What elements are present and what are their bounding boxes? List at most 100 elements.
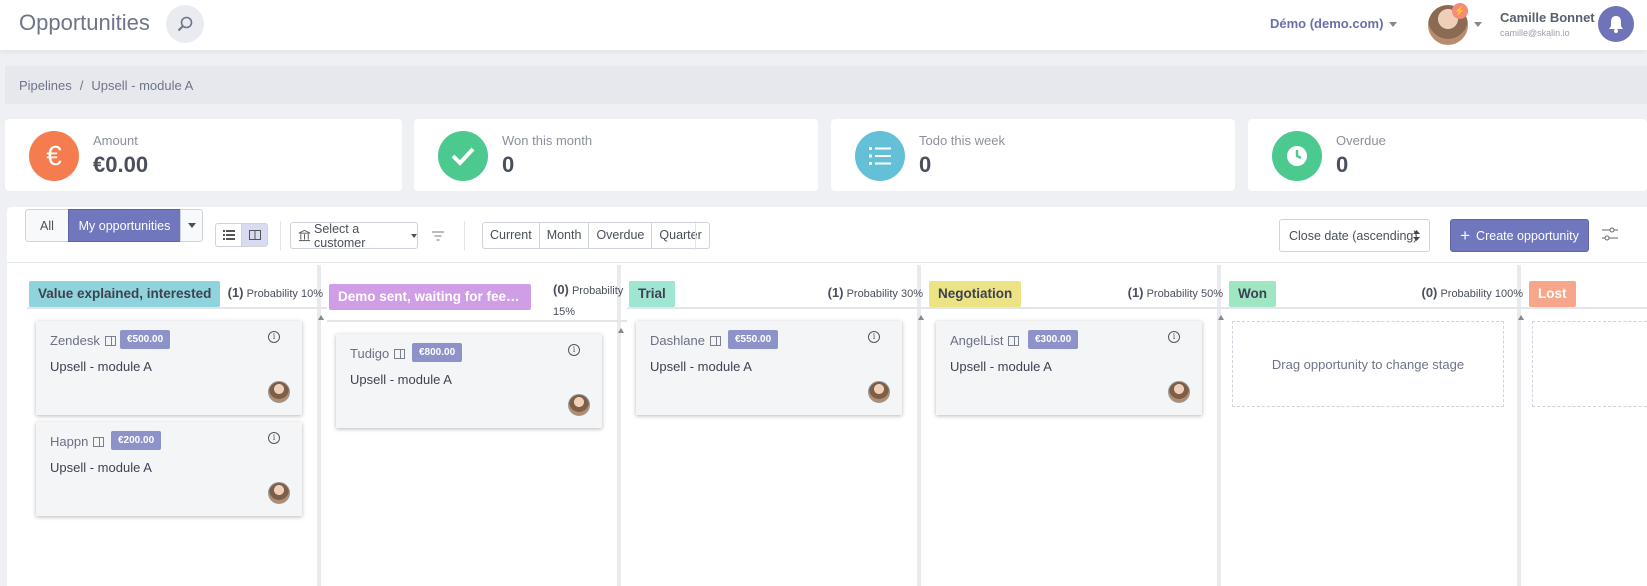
opportunity-card[interactable]: Tudigo €800.00 i Upsell - module A: [336, 334, 602, 428]
stage-count: (1): [827, 285, 844, 300]
scroll-up-icon[interactable]: [618, 328, 624, 333]
sort-select[interactable]: Close date (ascending): [1279, 219, 1430, 252]
period-quarter-button[interactable]: Quarter: [652, 223, 708, 248]
stage-count: (1): [1127, 285, 1144, 300]
stage-underline: [1227, 307, 1527, 309]
opportunity-title: Upsell - module A: [350, 372, 452, 387]
stage-info: (1) Probability 10%: [228, 285, 323, 300]
period-current-button[interactable]: Current: [483, 223, 540, 248]
sliders-icon: [1602, 227, 1618, 241]
filter-button[interactable]: [432, 228, 444, 246]
stage-name: Value explained, interested: [29, 281, 221, 307]
info-icon[interactable]: i: [268, 432, 280, 444]
opportunity-card[interactable]: Zendesk €500.00 i Upsell - module A: [36, 321, 302, 415]
stage-name: Won: [1229, 281, 1276, 307]
panel-icon: [1008, 336, 1020, 346]
opportunity-title: Upsell - module A: [650, 359, 752, 374]
stat-label: Won this month: [502, 133, 593, 148]
stage-column-value-explained: Value explained, interested (1) Probabil…: [27, 273, 327, 586]
list-view-button[interactable]: [215, 223, 242, 247]
info-icon[interactable]: i: [268, 331, 280, 343]
opportunity-card[interactable]: Happn €200.00 i Upsell - module A: [36, 422, 302, 516]
stat-card-todo: Todo this week 0: [831, 119, 1235, 191]
stage-info: (0) Probability 15%: [553, 279, 627, 323]
stat-label: Amount: [93, 133, 138, 148]
stage-underline: [27, 307, 327, 309]
filter-dropdown-button[interactable]: [180, 209, 203, 242]
customer-select[interactable]: Select a customer: [290, 222, 418, 250]
opportunity-company[interactable]: AngelList: [950, 333, 1020, 348]
opportunity-amount: €500.00: [120, 330, 171, 349]
filter-my-opportunities-button[interactable]: My opportunities: [68, 209, 181, 242]
info-icon[interactable]: i: [868, 331, 880, 343]
stage-name: Lost: [1529, 281, 1576, 307]
lightning-icon: ⚡: [1452, 3, 1468, 19]
filter-icon: [432, 231, 444, 241]
stage-name: Trial: [629, 281, 675, 307]
info-icon[interactable]: i: [1168, 331, 1180, 343]
euro-icon: €: [29, 131, 79, 181]
stat-card-won: Won this month 0: [414, 119, 818, 191]
drop-zone[interactable]: Drag opportunity to change stage: [1232, 321, 1504, 407]
user-email: camille@skalin.io: [1500, 28, 1570, 38]
opportunity-amount: €300.00: [1028, 330, 1079, 349]
stat-card-overdue: Overdue 0: [1248, 119, 1647, 191]
breadcrumb-bar: Pipelines / Upsell - module A: [5, 66, 1647, 104]
opportunity-company[interactable]: Happn: [50, 434, 105, 449]
avatar: [268, 482, 290, 504]
scroll-up-icon[interactable]: [1218, 315, 1224, 320]
opportunity-amount: €800.00: [412, 343, 463, 362]
stage-info: (1) Probability 50%: [1128, 285, 1223, 300]
period-filter-group: Current Month Overdue Quarter: [482, 222, 710, 249]
stage-column-trial: Trial (1) Probability 30% Dashlane €550.…: [627, 273, 927, 586]
avatar: [268, 381, 290, 403]
stat-value: €0.00: [93, 152, 149, 177]
board-settings-button[interactable]: [1602, 227, 1618, 246]
company-name: Zendesk: [50, 333, 100, 348]
breadcrumb-separator: /: [79, 78, 84, 93]
opportunity-card[interactable]: Dashlane €550.00 i Upsell - module A: [636, 321, 902, 415]
company-name: Tudigo: [350, 346, 390, 361]
search-button[interactable]: [166, 5, 204, 43]
opportunity-title: Upsell - module A: [50, 460, 152, 475]
notifications-button[interactable]: [1598, 6, 1634, 42]
drop-zone[interactable]: [1532, 321, 1647, 407]
opportunity-card[interactable]: AngelList €300.00 i Upsell - module A: [936, 321, 1202, 415]
toolbar-divider: [464, 221, 465, 250]
organization-select[interactable]: Démo (demo.com): [1270, 16, 1398, 31]
opportunity-company[interactable]: Tudigo: [350, 346, 406, 361]
avatar: [868, 381, 890, 403]
scroll-up-icon[interactable]: [1518, 315, 1524, 320]
stage-column-demo-sent: Demo sent, waiting for feed... (0) Proba…: [327, 273, 627, 586]
scroll-up-icon[interactable]: [318, 315, 324, 320]
bell-icon: [1609, 16, 1623, 33]
opportunity-company[interactable]: Dashlane: [650, 333, 721, 348]
stage-probability: Probability 100%: [1440, 288, 1523, 300]
stage-column-negotiation: Negotiation (1) Probability 50% AngelLis…: [927, 273, 1227, 586]
scroll-up-icon[interactable]: [918, 315, 924, 320]
opportunity-title: Upsell - module A: [50, 359, 152, 374]
board-view-button[interactable]: [241, 223, 268, 247]
period-overdue-button[interactable]: Overdue: [589, 223, 653, 248]
user-name: Camille Bonnet: [1500, 10, 1595, 25]
check-icon: [438, 131, 488, 181]
list-view-icon: [222, 230, 235, 240]
stage-column-lost: Lost: [1527, 273, 1647, 586]
search-icon: [177, 16, 193, 32]
organization-label: Démo (demo.com): [1270, 16, 1384, 31]
board-view-icon: [248, 230, 261, 240]
stage-count: (0): [553, 282, 569, 297]
period-month-button[interactable]: Month: [540, 223, 590, 248]
breadcrumb-item-pipelines[interactable]: Pipelines: [19, 78, 72, 93]
stage-count: (1): [227, 285, 244, 300]
create-opportunity-button[interactable]: + Create opportunity: [1450, 219, 1589, 252]
filter-all-button[interactable]: All: [25, 209, 69, 242]
stage-probability: Probability 30%: [846, 288, 923, 300]
stage-name: Negotiation: [929, 281, 1022, 307]
stage-underline: [327, 320, 627, 322]
stat-value: 0: [919, 152, 932, 177]
info-icon[interactable]: i: [568, 344, 580, 356]
stage-count: (0): [1421, 285, 1438, 300]
chevron-down-icon[interactable]: [1474, 22, 1482, 27]
opportunity-company[interactable]: Zendesk: [50, 333, 116, 348]
